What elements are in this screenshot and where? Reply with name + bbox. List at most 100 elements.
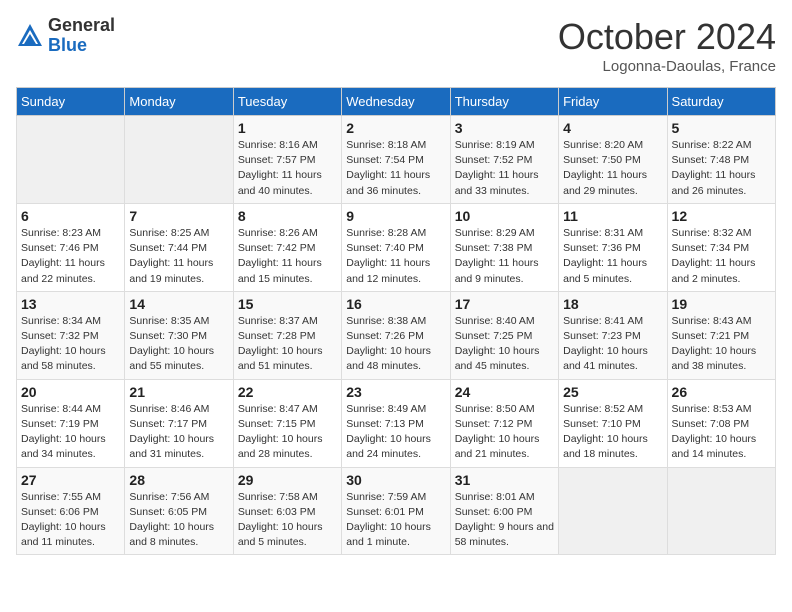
day-info: Sunrise: 8:37 AM Sunset: 7:28 PM Dayligh… [238,314,337,375]
calendar-cell: 12Sunrise: 8:32 AM Sunset: 7:34 PM Dayli… [667,203,775,291]
day-number: 1 [238,120,337,136]
day-info: Sunrise: 8:29 AM Sunset: 7:38 PM Dayligh… [455,226,554,287]
day-info: Sunrise: 8:49 AM Sunset: 7:13 PM Dayligh… [346,402,445,463]
calendar-cell [667,467,775,555]
day-number: 14 [129,296,228,312]
calendar-cell: 5 Sunrise: 8:22 AM Sunset: 7:48 PM Daylig… [667,116,775,204]
day-number: 16 [346,296,445,312]
day-info: Sunrise: 8:23 AM Sunset: 7:46 PM Dayligh… [21,226,120,287]
day-number: 24 [455,384,554,400]
calendar-cell: 1 Sunrise: 8:16 AM Sunset: 7:57 PM Daylig… [233,116,341,204]
calendar-table: SundayMondayTuesdayWednesdayThursdayFrid… [16,87,776,555]
calendar-cell: 31Sunrise: 8:01 AM Sunset: 6:00 PM Dayli… [450,467,558,555]
day-number: 8 [238,208,337,224]
day-info: Sunrise: 8:01 AM Sunset: 6:00 PM Dayligh… [455,490,554,551]
page-header: General Blue October 2024 Logonna-Daoula… [16,16,776,75]
day-info: Sunrise: 8:31 AM Sunset: 7:36 PM Dayligh… [563,226,662,287]
day-info: Sunrise: 8:16 AM Sunset: 7:57 PM Dayligh… [238,138,337,199]
calendar-cell [125,116,233,204]
calendar-cell: 18 Sunrise: 8:41 AM Sunset: 7:23 PM Dayli… [559,291,667,379]
header-thursday: Thursday [450,88,558,116]
day-info: Sunrise: 8:40 AM Sunset: 7:25 PM Dayligh… [455,314,554,375]
location-subtitle: Logonna-Daoulas, France [558,58,776,75]
day-info: Sunrise: 8:44 AM Sunset: 7:19 PM Dayligh… [21,402,120,463]
day-number: 22 [238,384,337,400]
day-number: 25 [563,384,662,400]
day-number: 20 [21,384,120,400]
calendar-week-row: 20 Sunrise: 8:44 AM Sunset: 7:19 PM Dayli… [17,379,776,467]
calendar-cell: 13 Sunrise: 8:34 AM Sunset: 7:32 PM Dayli… [17,291,125,379]
day-number: 5 [672,120,771,136]
day-info: Sunrise: 8:20 AM Sunset: 7:50 PM Dayligh… [563,138,662,199]
day-number: 9 [346,208,445,224]
calendar-cell: 6 Sunrise: 8:23 AM Sunset: 7:46 PM Daylig… [17,203,125,291]
logo: General Blue [16,16,115,56]
calendar-cell: 25 Sunrise: 8:52 AM Sunset: 7:10 PM Dayli… [559,379,667,467]
calendar-cell: 9 Sunrise: 8:28 AM Sunset: 7:40 PM Daylig… [342,203,450,291]
day-info: Sunrise: 8:35 AM Sunset: 7:30 PM Dayligh… [129,314,228,375]
calendar-cell [17,116,125,204]
day-number: 30 [346,472,445,488]
header-saturday: Saturday [667,88,775,116]
calendar-cell: 8Sunrise: 8:26 AM Sunset: 7:42 PM Daylig… [233,203,341,291]
calendar-header-row: SundayMondayTuesdayWednesdayThursdayFrid… [17,88,776,116]
calendar-cell: 10Sunrise: 8:29 AM Sunset: 7:38 PM Dayli… [450,203,558,291]
day-info: Sunrise: 8:47 AM Sunset: 7:15 PM Dayligh… [238,402,337,463]
logo-blue-text: Blue [48,36,115,56]
calendar-cell: 22 Sunrise: 8:47 AM Sunset: 7:15 PM Dayli… [233,379,341,467]
calendar-cell: 23Sunrise: 8:49 AM Sunset: 7:13 PM Dayli… [342,379,450,467]
day-number: 6 [21,208,120,224]
month-title: October 2024 [558,16,776,58]
calendar-cell: 3Sunrise: 8:19 AM Sunset: 7:52 PM Daylig… [450,116,558,204]
day-info: Sunrise: 8:46 AM Sunset: 7:17 PM Dayligh… [129,402,228,463]
day-number: 26 [672,384,771,400]
day-number: 4 [563,120,662,136]
calendar-cell: 16Sunrise: 8:38 AM Sunset: 7:26 PM Dayli… [342,291,450,379]
day-number: 29 [238,472,337,488]
day-info: Sunrise: 8:25 AM Sunset: 7:44 PM Dayligh… [129,226,228,287]
calendar-cell: 15 Sunrise: 8:37 AM Sunset: 7:28 PM Dayli… [233,291,341,379]
header-monday: Monday [125,88,233,116]
calendar-cell: 4 Sunrise: 8:20 AM Sunset: 7:50 PM Daylig… [559,116,667,204]
logo-icon [16,22,44,50]
header-sunday: Sunday [17,88,125,116]
calendar-week-row: 13 Sunrise: 8:34 AM Sunset: 7:32 PM Dayli… [17,291,776,379]
calendar-cell: 7 Sunrise: 8:25 AM Sunset: 7:44 PM Daylig… [125,203,233,291]
day-info: Sunrise: 8:19 AM Sunset: 7:52 PM Dayligh… [455,138,554,199]
header-wednesday: Wednesday [342,88,450,116]
day-info: Sunrise: 7:59 AM Sunset: 6:01 PM Dayligh… [346,490,445,551]
day-info: Sunrise: 7:56 AM Sunset: 6:05 PM Dayligh… [129,490,228,551]
day-number: 17 [455,296,554,312]
day-info: Sunrise: 8:28 AM Sunset: 7:40 PM Dayligh… [346,226,445,287]
day-info: Sunrise: 8:22 AM Sunset: 7:48 PM Dayligh… [672,138,771,199]
day-number: 19 [672,296,771,312]
day-number: 27 [21,472,120,488]
calendar-cell: 11 Sunrise: 8:31 AM Sunset: 7:36 PM Dayli… [559,203,667,291]
calendar-cell: 2 Sunrise: 8:18 AM Sunset: 7:54 PM Daylig… [342,116,450,204]
day-info: Sunrise: 8:32 AM Sunset: 7:34 PM Dayligh… [672,226,771,287]
calendar-cell [559,467,667,555]
day-number: 7 [129,208,228,224]
calendar-week-row: 6 Sunrise: 8:23 AM Sunset: 7:46 PM Daylig… [17,203,776,291]
calendar-cell: 14 Sunrise: 8:35 AM Sunset: 7:30 PM Dayli… [125,291,233,379]
day-info: Sunrise: 8:34 AM Sunset: 7:32 PM Dayligh… [21,314,120,375]
day-number: 15 [238,296,337,312]
day-info: Sunrise: 8:50 AM Sunset: 7:12 PM Dayligh… [455,402,554,463]
day-number: 18 [563,296,662,312]
day-info: Sunrise: 7:55 AM Sunset: 6:06 PM Dayligh… [21,490,120,551]
day-number: 13 [21,296,120,312]
calendar-cell: 19Sunrise: 8:43 AM Sunset: 7:21 PM Dayli… [667,291,775,379]
calendar-cell: 28Sunrise: 7:56 AM Sunset: 6:05 PM Dayli… [125,467,233,555]
calendar-cell: 27 Sunrise: 7:55 AM Sunset: 6:06 PM Dayli… [17,467,125,555]
calendar-cell: 20 Sunrise: 8:44 AM Sunset: 7:19 PM Dayli… [17,379,125,467]
calendar-week-row: 27 Sunrise: 7:55 AM Sunset: 6:06 PM Dayli… [17,467,776,555]
calendar-week-row: 1 Sunrise: 8:16 AM Sunset: 7:57 PM Daylig… [17,116,776,204]
header-tuesday: Tuesday [233,88,341,116]
day-info: Sunrise: 8:41 AM Sunset: 7:23 PM Dayligh… [563,314,662,375]
day-number: 2 [346,120,445,136]
calendar-cell: 30 Sunrise: 7:59 AM Sunset: 6:01 PM Dayli… [342,467,450,555]
day-info: Sunrise: 8:52 AM Sunset: 7:10 PM Dayligh… [563,402,662,463]
day-info: Sunrise: 8:18 AM Sunset: 7:54 PM Dayligh… [346,138,445,199]
day-number: 11 [563,208,662,224]
header-friday: Friday [559,88,667,116]
